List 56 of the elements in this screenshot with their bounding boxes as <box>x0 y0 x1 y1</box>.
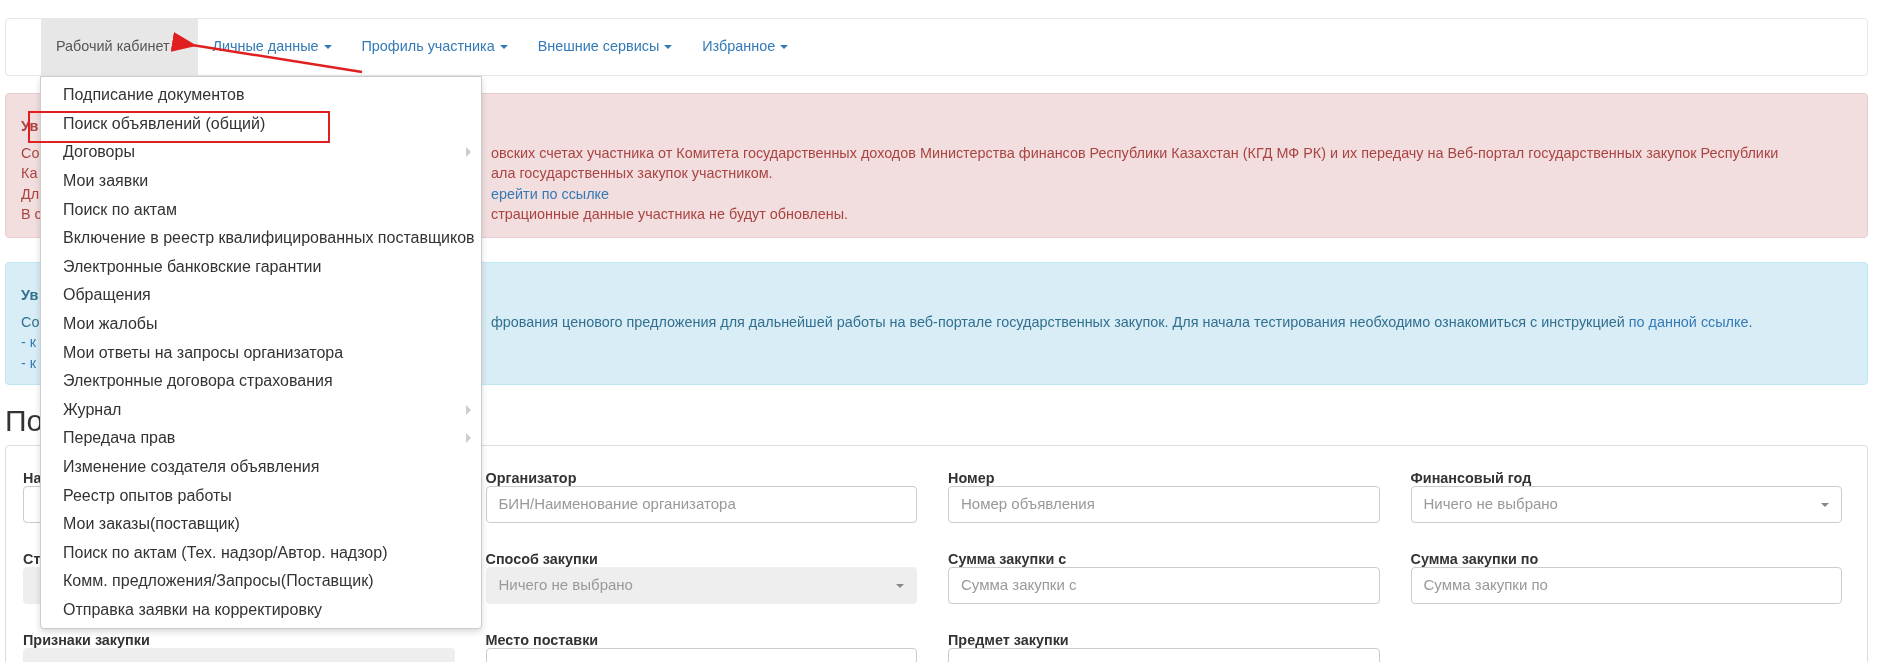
menu-item[interactable]: Договоры <box>41 138 481 167</box>
caret-icon <box>896 583 904 588</box>
menu-item[interactable]: Поиск по актам <box>41 195 481 224</box>
alert-text: . <box>1748 313 1753 330</box>
menu-item[interactable]: Реестр опытов работы <box>41 481 481 510</box>
alert-text: Со <box>21 313 40 330</box>
field-label: Признаки закупки <box>23 632 150 648</box>
nav-tab[interactable]: Внешние сервисы <box>522 19 688 75</box>
alert-text: - к <box>21 334 37 350</box>
caret-icon <box>323 45 332 49</box>
menu-item[interactable]: Комм. предложения/Запросы(Поставщик) <box>41 567 481 596</box>
field-label: Место поставки <box>485 632 599 648</box>
alert-text: овских счетах участника от Комитета государственных доходов Министерства финансов Республики Казахстан (КГД МФ РК) и их передачу на Веб-портал государственных закупок Республики <box>491 144 1779 161</box>
alert-text: Ка <box>21 165 38 181</box>
alert-text: страционные данные участника не будут обновлены. <box>491 206 848 222</box>
submenu-arrow-icon <box>466 404 471 415</box>
field-label: Финансовый год <box>1410 470 1532 486</box>
menu-item[interactable]: Подписание документов <box>41 81 481 110</box>
field-label: Предмет закупки <box>948 632 1069 648</box>
nav-tab[interactable]: Профиль участника <box>346 19 523 75</box>
alert-text: Со <box>21 144 40 161</box>
field-label: Номер <box>948 470 995 486</box>
menu-item[interactable]: Поиск по актам (Тех. надзор/Автор. надзор) <box>41 538 481 568</box>
menu-item[interactable]: Электронные договора страхования <box>41 366 481 396</box>
menu-item[interactable]: Мои жалобы <box>41 309 481 339</box>
caret-icon <box>499 45 508 49</box>
field-label: Сумма закупки по <box>1410 551 1539 567</box>
nav-tab[interactable]: Рабочий кабинет <box>41 19 198 75</box>
menu-item[interactable]: Мои заказы(поставщик) <box>41 509 481 539</box>
menu-item[interactable]: Передача прав <box>41 424 481 453</box>
field-label: Организатор <box>485 470 577 486</box>
menu-item[interactable]: Обращения <box>41 281 481 310</box>
caret-icon <box>1821 502 1829 507</box>
alert-link[interactable]: по данной ссылке <box>1628 313 1749 330</box>
menu-item[interactable]: Мои ответы на запросы организатора <box>41 338 481 367</box>
alert-text: - к <box>21 354 37 371</box>
menu-item[interactable]: Изменение создателя объявления <box>41 452 481 482</box>
alert-link[interactable]: ерейти по ссылке <box>491 185 610 202</box>
submenu-arrow-icon <box>466 147 471 158</box>
nav-tab[interactable]: Избранное <box>687 19 804 75</box>
field-label: Сумма закупки с <box>948 551 1067 567</box>
field-label: Ст <box>23 551 41 567</box>
alert-text: Дл <box>21 185 40 202</box>
menu-item[interactable]: Электронные банковские гарантии <box>41 252 481 282</box>
submenu-arrow-icon <box>466 433 471 444</box>
alert-text: фрования ценового предложения для дальнейшей работы на веб-портале государственных закупок. Для начала тестирования необходимо ознакомиться с инструкцией <box>491 313 1626 330</box>
menu-item[interactable]: Включение в реестр квалифицированных поставщиков <box>41 223 481 253</box>
alert-title: Ув <box>21 286 39 305</box>
field-label: Способ закупки <box>485 551 598 567</box>
menu-item[interactable]: Отправка заявки на корректировку <box>41 595 481 625</box>
caret-icon <box>664 45 673 49</box>
alert-text: ала государственных закупок участником. <box>491 165 773 181</box>
menu-item[interactable]: Поиск объявлений (общий) <box>41 109 481 139</box>
caret-icon <box>780 45 789 49</box>
menu-item[interactable]: Журнал <box>41 395 481 425</box>
menu-item[interactable]: Мои заявки <box>41 166 481 196</box>
